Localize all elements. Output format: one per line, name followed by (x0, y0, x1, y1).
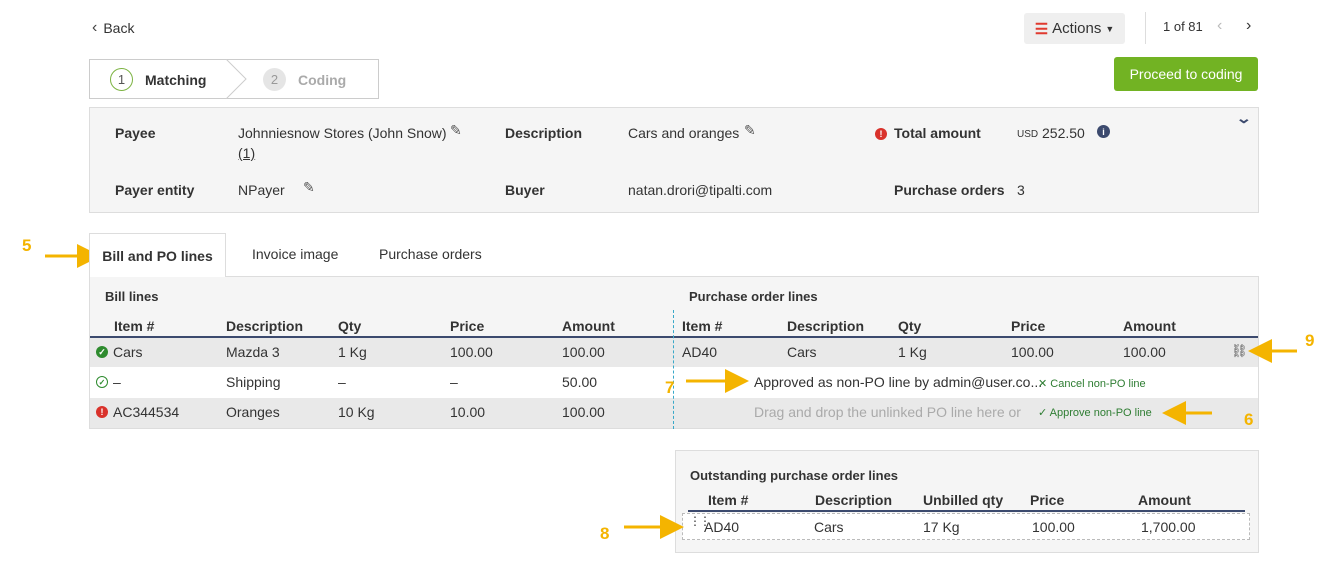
annotation-arrows (45, 244, 1297, 539)
annotation-number: 7 (665, 378, 675, 397)
annotation-number: 9 (1305, 331, 1315, 350)
annotation-number: 6 (1244, 410, 1254, 429)
annotation-number: 8 (600, 524, 610, 543)
tab-bill-and-po-lines[interactable]: Bill and PO lines (89, 233, 226, 277)
annotation-number: 5 (22, 236, 32, 255)
